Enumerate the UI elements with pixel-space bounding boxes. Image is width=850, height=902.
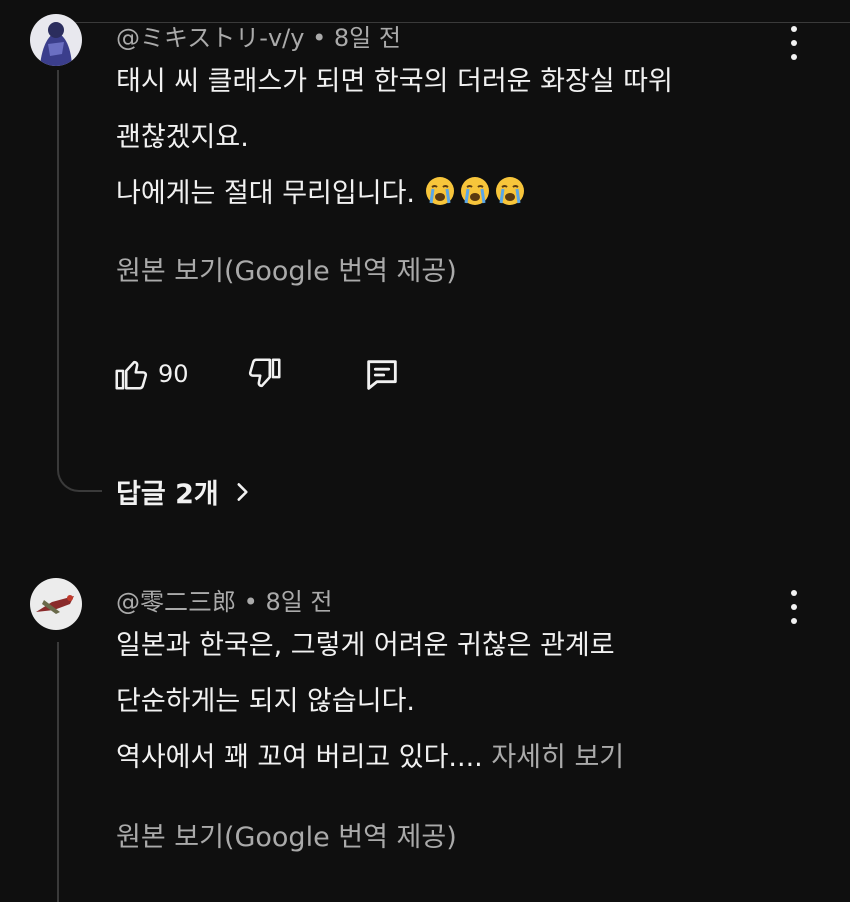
avatar[interactable] bbox=[30, 578, 82, 630]
thumbs-down-icon bbox=[248, 358, 281, 388]
replies-label: 답글 2개 bbox=[116, 479, 219, 510]
comment-line: 태시 씨 클래스가 되면 한국의 더러운 화장실 따위 bbox=[116, 66, 673, 97]
comment-line: 일본과 한국은, 그렇게 어려운 귀찮은 관계로 bbox=[116, 630, 615, 661]
crying-face-icon bbox=[425, 177, 454, 205]
comment-text: 일본과 한국은, 그렇게 어려운 귀찮은 관계로 단순하게는 되지 않습니다. … bbox=[116, 618, 624, 786]
read-more-link[interactable]: 자세히 보기 bbox=[491, 742, 624, 773]
comment-line: 단순하게는 되지 않습니다. bbox=[116, 686, 415, 717]
view-replies-button[interactable]: 답글 2개 bbox=[116, 472, 255, 511]
separator: • bbox=[312, 24, 327, 52]
comment-line-text: 역사에서 꽤 꼬여 버리고 있다.... bbox=[116, 742, 483, 773]
author-name[interactable]: @零二三郎 bbox=[116, 588, 236, 616]
like-count: 90 bbox=[158, 360, 189, 388]
see-original-link[interactable]: 원본 보기(Google 번역 제공) bbox=[116, 249, 457, 288]
comment-line: 나에게는 절대 무리입니다. bbox=[116, 166, 673, 222]
see-original-link[interactable]: 원본 보기(Google 번역 제공) bbox=[116, 815, 457, 854]
avatar[interactable] bbox=[30, 14, 82, 66]
timestamp[interactable]: 8일 전 bbox=[265, 588, 332, 616]
dislike-button[interactable] bbox=[246, 355, 284, 393]
reply-button[interactable] bbox=[362, 355, 402, 395]
comment-line: 역사에서 꽤 꼬여 버리고 있다.... 자세히 보기 bbox=[116, 730, 624, 786]
author-name[interactable]: @ミキストリ-v/y bbox=[116, 24, 304, 52]
comment-meta: @ミキストリ-v/y • 8일 전 bbox=[116, 18, 401, 53]
emoji-group bbox=[424, 177, 529, 209]
crying-face-icon bbox=[460, 177, 489, 205]
separator: • bbox=[243, 588, 258, 616]
thread-line bbox=[57, 70, 59, 470]
comment-line-text: 나에게는 절대 무리입니다. bbox=[116, 178, 415, 209]
timestamp[interactable]: 8일 전 bbox=[334, 24, 401, 52]
chevron-right-icon bbox=[237, 482, 248, 501]
like-button[interactable]: 90 bbox=[112, 355, 189, 393]
more-options-icon[interactable] bbox=[784, 590, 804, 624]
reply-comment-icon bbox=[367, 360, 397, 390]
comment-meta: @零二三郎 • 8일 전 bbox=[116, 582, 333, 617]
comment-text: 태시 씨 클래스가 되면 한국의 더러운 화장실 따위 괜찮겠지요. 나에게는 … bbox=[116, 54, 673, 222]
thread-connector bbox=[57, 450, 102, 492]
thread-line bbox=[57, 642, 59, 902]
thumbs-up-icon bbox=[115, 360, 148, 390]
crying-face-icon bbox=[495, 177, 524, 205]
comment-line: 괜찮겠지요. bbox=[116, 122, 249, 153]
more-options-icon[interactable] bbox=[784, 26, 804, 60]
